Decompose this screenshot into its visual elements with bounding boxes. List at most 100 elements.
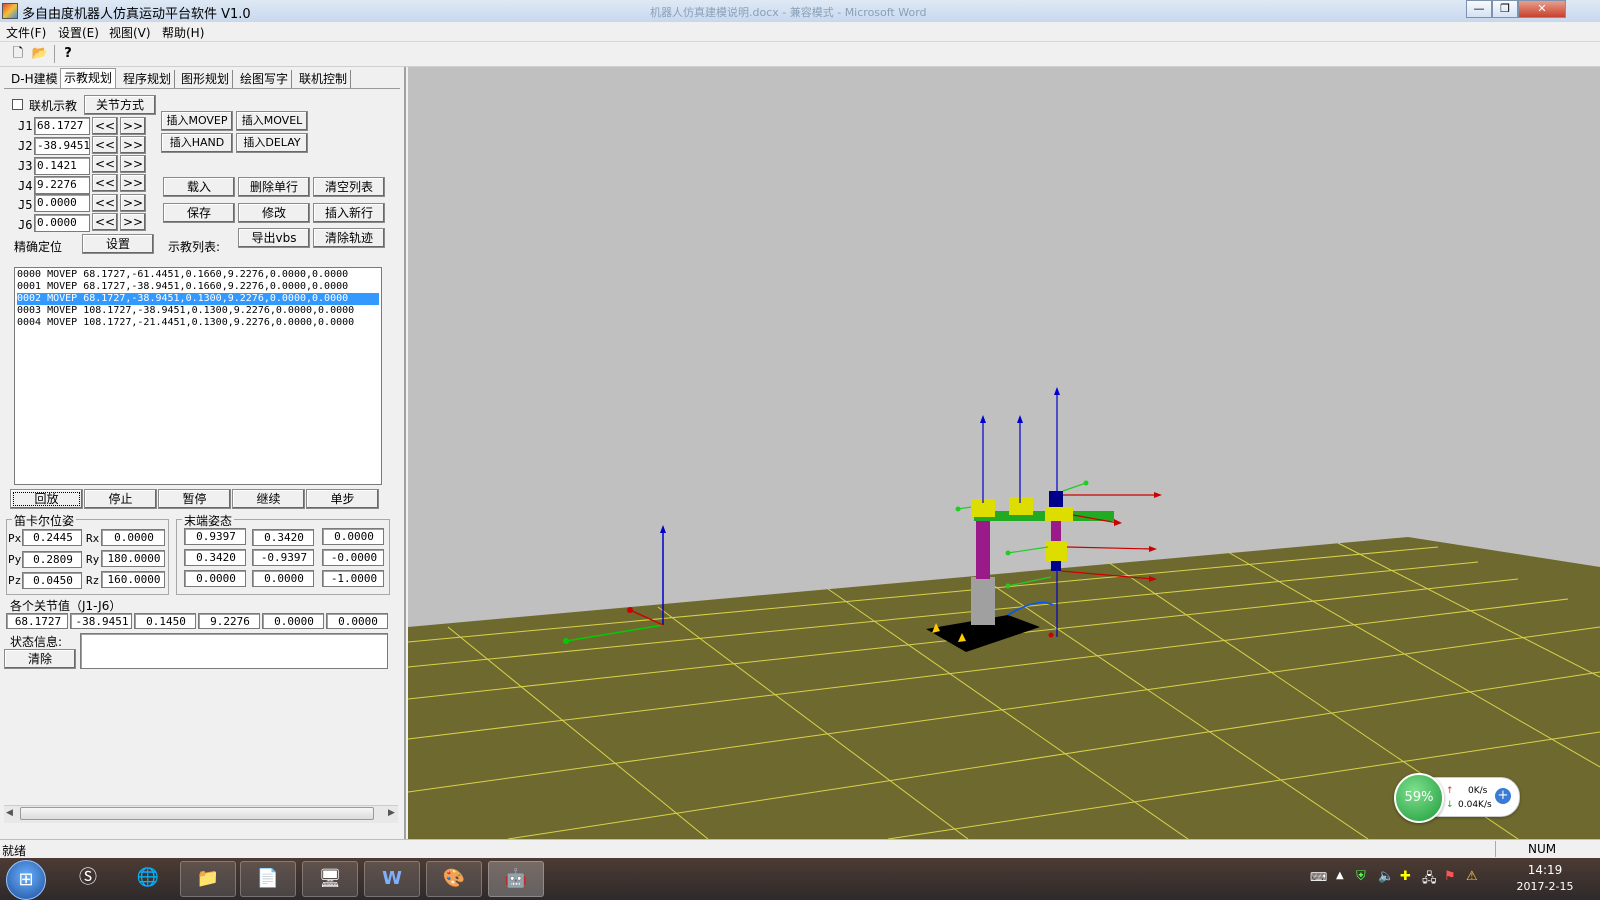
plus-icon[interactable]: + [1495,788,1511,804]
sogou-icon[interactable]: Ⓢ [60,861,116,897]
robot-wrist [1049,491,1063,507]
scrollbar-thumb[interactable] [20,807,374,820]
step-button[interactable]: 单步 [306,489,379,509]
stop-button[interactable]: 停止 [84,489,157,509]
menu-file[interactable]: 文件(F) [6,24,46,41]
joint-input-j3[interactable]: 0.1421 [34,157,90,175]
precise-settings-button[interactable]: 设置 [82,234,154,254]
ie-icon[interactable]: 🌐 [120,861,176,897]
joint-input-j4[interactable]: 9.2276 [34,176,90,194]
continue-button[interactable]: 继续 [232,489,305,509]
menu-help[interactable]: 帮助(H) [162,24,204,41]
keyboard-icon[interactable]: ⌨ [1310,870,1327,884]
joint-dec-button-j1[interactable]: << [92,117,118,135]
tab-teach-planning[interactable]: 示教规划 [60,68,117,89]
insert-row-button[interactable]: 插入新行 [313,203,385,223]
list-item-selected[interactable]: 0002 MOVEP 68.1727,-38.9451,0.1300,9.227… [17,293,379,305]
py-value: 0.2809 [22,551,82,568]
modify-button[interactable]: 修改 [238,203,310,223]
joint-inc-button-j3[interactable]: >> [120,155,146,173]
3d-scene [408,387,1600,839]
menu-settings[interactable]: 设置(E) [58,24,99,41]
joint-inc-button-j2[interactable]: >> [120,136,146,154]
robot-app-icon[interactable]: 🤖 [488,861,544,897]
ry-label: Ry [86,553,100,566]
joint-input-j1[interactable]: 68.1727 [34,117,90,135]
export-vbs-button[interactable]: 导出vbs [238,228,310,248]
tab-program-planning[interactable]: 程序规划 [120,70,176,88]
status-info-text[interactable] [80,633,388,669]
insert-movel-button[interactable]: 插入MOVEL [236,111,308,131]
clock-date[interactable]: 2017-2-15 [1510,880,1580,893]
tab-drawing-writing[interactable]: 绘图写字 [237,70,293,88]
word-icon[interactable]: W [364,861,420,897]
scroll-left-arrow-icon[interactable]: ◀ [6,808,13,818]
palette-icon[interactable]: 🎨 [426,861,482,897]
joint-input-j5[interactable]: 0.0000 [34,194,90,212]
joint-dec-button-j4[interactable]: << [92,174,118,192]
joint-dec-button-j6[interactable]: << [92,213,118,231]
folder-icon[interactable]: 📁 [180,861,236,897]
start-orb-icon[interactable]: ⊞ [6,860,46,900]
tab-online-control[interactable]: 联机控制 [296,70,352,88]
new-file-icon[interactable]: 🗋 [8,45,28,63]
plus-tray-icon[interactable]: ✚ [1400,869,1411,884]
restore-button[interactable]: ❐ [1492,0,1518,18]
joint-z-arrow [1017,415,1023,423]
save-button[interactable]: 保存 [163,203,235,223]
insert-movep-button[interactable]: 插入MOVEP [161,111,233,131]
py-label: Py [8,553,22,566]
joint-dec-button-j3[interactable]: << [92,155,118,173]
insert-delay-button[interactable]: 插入DELAY [236,133,308,153]
monitor-icon[interactable]: 🖥 [302,861,358,897]
online-teach-checkbox[interactable] [12,99,23,110]
3d-viewport[interactable]: 59% ↑ 0K/s ↓ 0.04K/s + [408,67,1600,839]
insert-hand-button[interactable]: 插入HAND [161,133,233,153]
joint-mode-button[interactable]: 关节方式 [84,95,156,115]
minimize-button[interactable]: — [1466,0,1492,18]
clear-status-button[interactable]: 清除 [4,649,76,669]
scroll-right-arrow-icon[interactable]: ▶ [388,808,395,818]
list-item[interactable]: 0004 MOVEP 108.1727,-21.4451,0.1300,9.22… [17,317,379,329]
joint-x-axis [1066,546,1154,550]
joint-dec-button-j5[interactable]: << [92,194,118,212]
list-item[interactable]: 0003 MOVEP 108.1727,-38.9451,0.1300,9.22… [17,305,379,317]
delete-row-button[interactable]: 删除单行 [238,177,310,197]
network-icon[interactable]: 🖧 [1422,869,1437,891]
joint-inc-button-j4[interactable]: >> [120,174,146,192]
joint-input-j2[interactable]: -38.9451 [34,137,90,155]
memory-usage-gauge[interactable]: 59% [1394,773,1444,823]
clear-list-button[interactable]: 清空列表 [313,177,385,197]
tab-graphic-planning[interactable]: 图形规划 [178,70,234,88]
menu-view[interactable]: 视图(V) [109,24,151,41]
list-item[interactable]: 0000 MOVEP 68.1727,-61.4451,0.1660,9.227… [17,269,379,281]
robot-column [971,577,995,625]
load-button[interactable]: 载入 [163,177,235,197]
joint-input-j6[interactable]: 0.0000 [34,214,90,232]
joint-inc-button-j6[interactable]: >> [120,213,146,231]
teach-list[interactable]: 0000 MOVEP 68.1727,-61.4451,0.1660,9.227… [14,267,382,485]
close-button[interactable]: ✕ [1518,0,1566,18]
joint-label-j2: J2 [18,139,33,153]
tray-expand-icon[interactable]: ▲ [1336,870,1344,881]
clock-time[interactable]: 14:19 [1510,863,1580,877]
joint-dec-button-j2[interactable]: << [92,136,118,154]
joint-inc-button-j5[interactable]: >> [120,194,146,212]
list-item[interactable]: 0001 MOVEP 68.1727,-38.9451,0.1660,9.227… [17,281,379,293]
playback-button[interactable]: 回放 [10,489,83,509]
pause-button[interactable]: 暂停 [158,489,231,509]
end-pose-m12: 0.3420 [252,529,314,546]
joint-inc-button-j1[interactable]: >> [120,117,146,135]
alert-icon[interactable]: ⚠ [1466,869,1478,884]
clear-track-button[interactable]: 清除轨迹 [313,228,385,248]
tab-dh-modeling[interactable]: D-H建模 [8,70,62,88]
joint-x-arrow [1154,492,1162,498]
shield-icon[interactable]: ⛨ [1356,869,1366,884]
open-folder-icon[interactable]: 📂 [30,45,50,63]
num-lock-indicator: NUM [1528,842,1557,856]
joint-value-1: 68.1727 [6,613,68,629]
flag-icon[interactable]: ⚑ [1444,869,1456,884]
volume-icon[interactable]: 🔈 [1378,869,1394,884]
help-icon[interactable]: ? [58,45,78,63]
pdf-icon[interactable]: 📄 [240,861,296,897]
